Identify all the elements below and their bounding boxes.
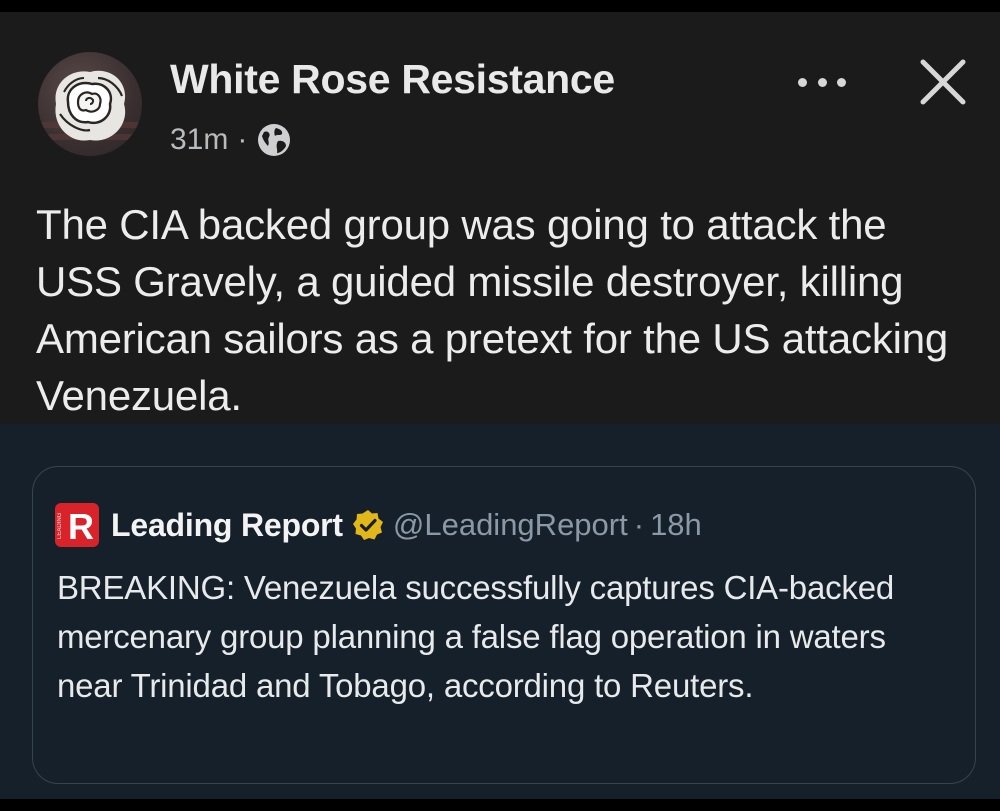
quoted-post-card[interactable]: LEADING R Leading Report @LeadingReport … [32, 466, 976, 784]
meta-separator: · [237, 123, 248, 156]
quoted-post-header: LEADING R Leading Report @LeadingReport … [55, 503, 702, 547]
logo-tag: LEADING [57, 512, 63, 539]
more-dot [817, 77, 827, 87]
more-dot [837, 77, 846, 87]
close-icon[interactable] [915, 54, 971, 110]
logo-letter: R [68, 506, 94, 547]
more-horizontal-icon[interactable] [792, 64, 852, 100]
post-author-name[interactable]: White Rose Resistance [170, 56, 615, 103]
quoted-post-timestamp[interactable]: 18h [650, 507, 702, 543]
quoted-author-handle[interactable]: @LeadingReport [393, 507, 628, 543]
author-avatar[interactable] [38, 52, 142, 156]
leading-report-logo-icon[interactable]: LEADING R [55, 503, 99, 547]
quoted-post-text: BREAKING: Venezuela successfully capture… [57, 569, 894, 704]
verified-badge-icon [352, 510, 383, 540]
quoted-author-name[interactable]: Leading Report [111, 507, 343, 544]
more-dot [798, 77, 807, 87]
white-rose-icon [38, 70, 142, 141]
globe-icon [258, 124, 291, 156]
post-meta: 31m · [170, 122, 292, 158]
handle-separator: · [633, 507, 645, 542]
post-body-text: The CIA backed group was going to attack… [36, 201, 949, 419]
post-timestamp[interactable]: 31m [170, 123, 228, 157]
post-screenshot: White Rose Resistance 31m · The CIA back… [0, 12, 1000, 799]
quoted-post-area: LEADING R Leading Report @LeadingReport … [0, 424, 1000, 799]
